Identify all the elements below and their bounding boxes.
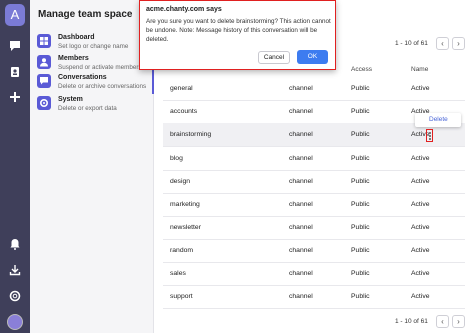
sidebar-item-label: Conversations	[58, 74, 107, 81]
cell-access: Public	[351, 155, 370, 162]
ok-button[interactable]: OK	[297, 50, 328, 64]
sidebar-item-sublabel: Delete or export data	[58, 105, 117, 112]
table-row[interactable]: sales channel Public Active	[163, 262, 465, 286]
next-page-button[interactable]: ›	[452, 37, 465, 50]
dialog-title: acme.chanty.com says	[146, 6, 222, 13]
confirm-dialog: acme.chanty.com says Are you sure you wa…	[139, 0, 336, 70]
prev-page-button[interactable]: ‹	[436, 315, 449, 328]
cell-access: Public	[351, 178, 370, 185]
cell-access: Public	[351, 131, 370, 138]
cell-access: Public	[351, 293, 370, 300]
cell-status: Active	[411, 178, 430, 185]
cell-type: channel	[289, 224, 313, 231]
sidebar-item-label: Dashboard	[58, 34, 95, 41]
cell-name: marketing	[170, 201, 200, 208]
bell-icon[interactable]	[8, 237, 22, 251]
cell-type: channel	[289, 293, 313, 300]
user-avatar[interactable]	[7, 314, 23, 330]
table-row[interactable]: marketing channel Public Active	[163, 193, 465, 217]
dialog-message: Are you sure you want to delete brainsto…	[146, 18, 331, 43]
cell-type: channel	[289, 155, 313, 162]
column-header-access[interactable]: Access	[351, 66, 372, 73]
gear-icon	[37, 96, 51, 110]
table-row[interactable]: random channel Public Active	[163, 239, 465, 263]
members-icon	[37, 55, 51, 69]
cell-name: sales	[170, 270, 186, 277]
cell-status: Active	[411, 247, 430, 254]
cell-access: Public	[351, 270, 370, 277]
sidebar-item-conversations[interactable]: Conversations Delete or archive conversa…	[37, 73, 152, 95]
sidebar-item-label: System	[58, 96, 83, 103]
dashboard-icon	[37, 34, 51, 48]
cell-status: Active	[411, 270, 430, 277]
table-row[interactable]: general channel Public Active	[163, 77, 465, 101]
sidebar-item-sublabel: Delete or archive conversations	[58, 83, 147, 90]
cell-status: Active	[411, 293, 430, 300]
prev-page-button[interactable]: ‹	[436, 37, 449, 50]
cell-type: channel	[289, 108, 313, 115]
cell-type: channel	[289, 178, 313, 185]
chat-icon[interactable]	[8, 39, 22, 53]
sidebar-item-label: Members	[58, 55, 89, 62]
sidebar-title: Manage team space	[38, 9, 133, 20]
cell-access: Public	[351, 247, 370, 254]
cell-type: channel	[289, 131, 313, 138]
conversations-icon	[37, 74, 51, 88]
cell-type: channel	[289, 270, 313, 277]
cell-type: channel	[289, 201, 313, 208]
cell-name: blog	[170, 155, 183, 162]
add-icon[interactable]	[8, 90, 22, 104]
cell-status: Active	[411, 155, 430, 162]
more-options-icon[interactable]	[426, 129, 433, 142]
team-logo[interactable]: A	[5, 4, 25, 26]
cell-type: channel	[289, 85, 313, 92]
cell-name: random	[170, 247, 194, 254]
row-context-menu: Delete	[415, 113, 461, 127]
contacts-icon[interactable]	[8, 65, 22, 79]
app-rail: A	[0, 0, 30, 333]
cell-name: newsletter	[170, 224, 201, 231]
cell-status: Active	[411, 201, 430, 208]
sidebar-item-sublabel: Suspend or activate members	[58, 64, 142, 71]
active-indicator	[152, 70, 154, 94]
cell-access: Public	[351, 85, 370, 92]
column-header-name[interactable]: Name	[411, 66, 428, 73]
cell-name: design	[170, 178, 191, 185]
cell-name: brainstorming	[170, 131, 212, 138]
cell-name: accounts	[170, 108, 198, 115]
sidebar-item-system[interactable]: System Delete or export data	[37, 95, 152, 117]
cell-name: general	[170, 85, 193, 92]
cell-status: Active	[411, 224, 430, 231]
sidebar-item-dashboard[interactable]: Dashboard Set logo or change name	[37, 33, 152, 55]
cell-name: support	[170, 293, 193, 300]
pagination-label: 1 - 10 of 61	[395, 40, 428, 47]
cell-access: Public	[351, 224, 370, 231]
table-row[interactable]: design channel Public Active	[163, 170, 465, 194]
cell-access: Public	[351, 108, 370, 115]
table-row[interactable]: blog channel Public Active	[163, 147, 465, 171]
sidebar-item-sublabel: Set logo or change name	[58, 43, 129, 50]
next-page-button[interactable]: ›	[452, 315, 465, 328]
pagination-label: 1 - 10 of 61	[395, 318, 428, 325]
table-row[interactable]: newsletter channel Public Active	[163, 216, 465, 240]
help-icon[interactable]	[8, 289, 22, 303]
table-row[interactable]: support channel Public Active	[163, 285, 465, 309]
download-icon[interactable]	[8, 263, 22, 277]
settings-sidebar: Manage team space Dashboard Set logo or …	[30, 0, 154, 333]
cell-access: Public	[351, 201, 370, 208]
cell-status: Active	[411, 85, 430, 92]
cancel-button[interactable]: Cancel	[258, 51, 290, 64]
cell-type: channel	[289, 247, 313, 254]
delete-menu-item[interactable]: Delete	[429, 116, 448, 123]
